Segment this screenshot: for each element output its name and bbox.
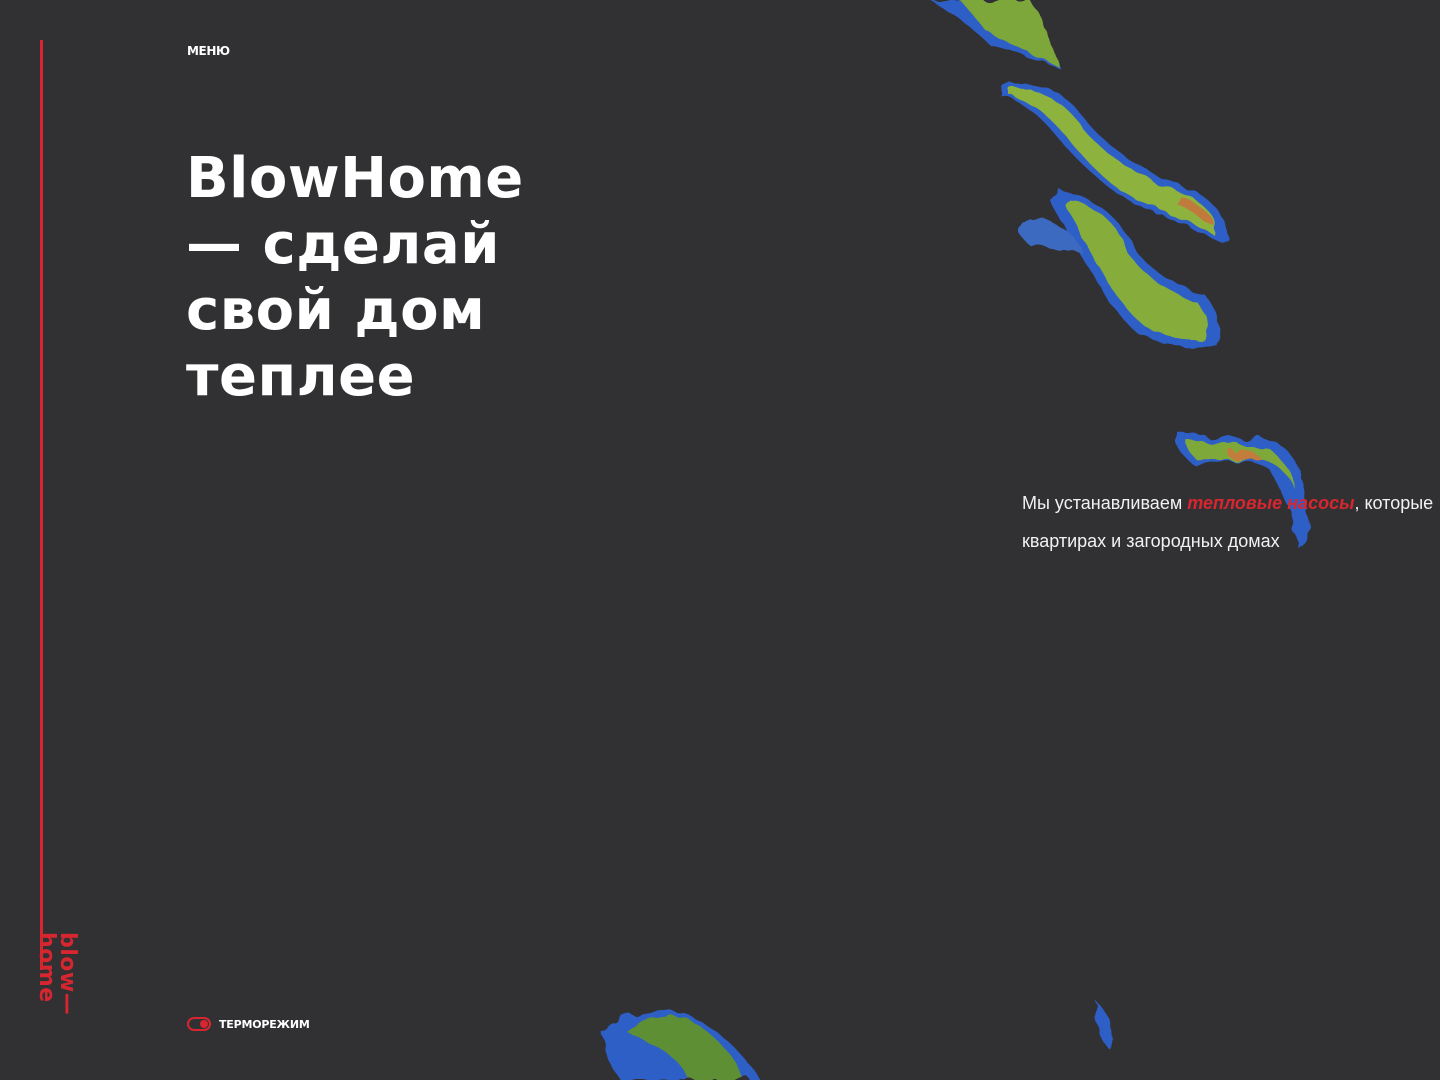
description-line-1: Мы устанавливаем тепловые насосы, которы…: [1022, 484, 1440, 522]
hero-title-line-1: BlowHome: [186, 146, 524, 211]
page: blow— home МЕНЮ BlowHome — сделай свой д…: [0, 0, 1440, 1080]
description-line-2: квартирах и загородных домах: [1022, 531, 1280, 551]
hero-title-line-2: — сделай: [186, 212, 500, 277]
brand-logo-line-2: home: [34, 932, 59, 1003]
heat-pumps-link[interactable]: тепловые насосы: [1187, 493, 1354, 513]
hero-title-line-4: теплее: [186, 344, 416, 409]
brand-logo-text: blow— home: [30, 932, 80, 1024]
brand-logo[interactable]: blow— home: [30, 932, 80, 1024]
hero-title-line-3: свой дом: [186, 278, 486, 343]
thermo-mode-control[interactable]: ТЕРМОРЕЖИМ: [187, 1015, 310, 1033]
side-divider-line: [40, 40, 43, 970]
thermo-mode-toggle[interactable]: [187, 1017, 211, 1031]
description-text-before: Мы устанавливаем: [1022, 493, 1188, 513]
description-text-after: , которые: [1354, 493, 1434, 513]
hero-title: BlowHome — сделай свой дом теплее: [186, 146, 606, 410]
thermo-mode-label: ТЕРМОРЕЖИМ: [219, 1017, 310, 1031]
menu-button[interactable]: МЕНЮ: [187, 44, 230, 58]
toggle-knob-icon: [200, 1020, 208, 1028]
hero-description: Мы устанавливаем тепловые насосы, которы…: [1022, 484, 1440, 560]
brand-logo-line-1: blow—: [55, 932, 80, 1016]
